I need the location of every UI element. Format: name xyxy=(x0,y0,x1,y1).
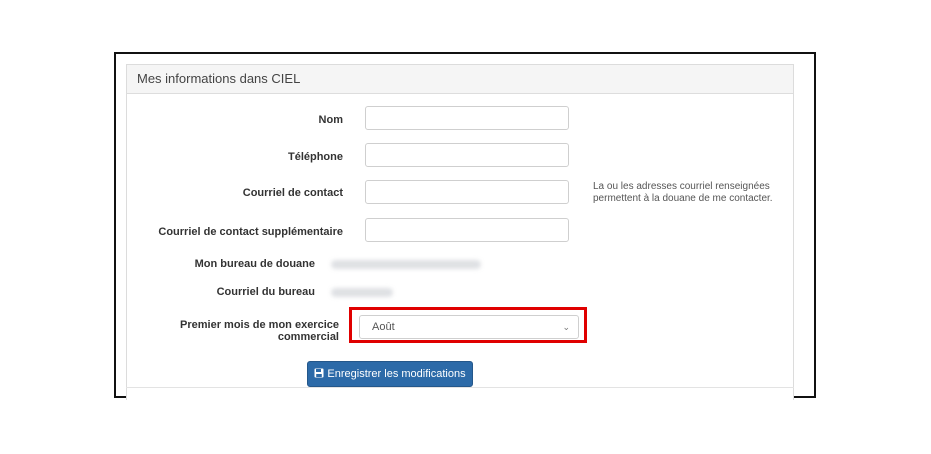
bureau-douane-label: Mon bureau de douane xyxy=(194,258,315,270)
chevron-down-icon: ⌄ xyxy=(562,322,570,332)
telephone-label: Téléphone xyxy=(287,151,343,163)
save-button[interactable]: Enregistrer les modifications xyxy=(307,361,473,387)
courriel-supplementaire-label: Courriel de contact supplémentaire xyxy=(158,226,343,238)
premier-mois-select[interactable]: Août ⌄ xyxy=(359,315,579,339)
save-button-label: Enregistrer les modifications xyxy=(327,368,466,380)
courriel-bureau-value-redacted xyxy=(331,288,393,297)
nom-label: Nom xyxy=(318,114,343,126)
courriel-contact-input[interactable] xyxy=(365,180,569,204)
premier-mois-label: Premier mois de mon exercice commercial xyxy=(180,319,339,343)
courriel-contact-label: Courriel de contact xyxy=(242,187,343,199)
nom-input[interactable] xyxy=(365,106,569,130)
info-panel: Mes informations dans CIEL Nom Téléphone… xyxy=(126,64,794,400)
panel-title: Mes informations dans CIEL xyxy=(127,65,793,94)
panel-bottom-divider xyxy=(126,387,794,388)
floppy-disk-icon xyxy=(314,362,324,386)
bureau-douane-value-redacted xyxy=(331,260,481,269)
premier-mois-selected: Août xyxy=(372,321,395,333)
courriel-supplementaire-input[interactable] xyxy=(365,218,569,242)
telephone-input[interactable] xyxy=(365,143,569,167)
screenshot-frame: Mes informations dans CIEL Nom Téléphone… xyxy=(114,52,816,400)
courriel-help-text: La ou les adresses courriel renseignées … xyxy=(593,181,773,204)
courriel-bureau-label: Courriel du bureau xyxy=(216,286,315,298)
